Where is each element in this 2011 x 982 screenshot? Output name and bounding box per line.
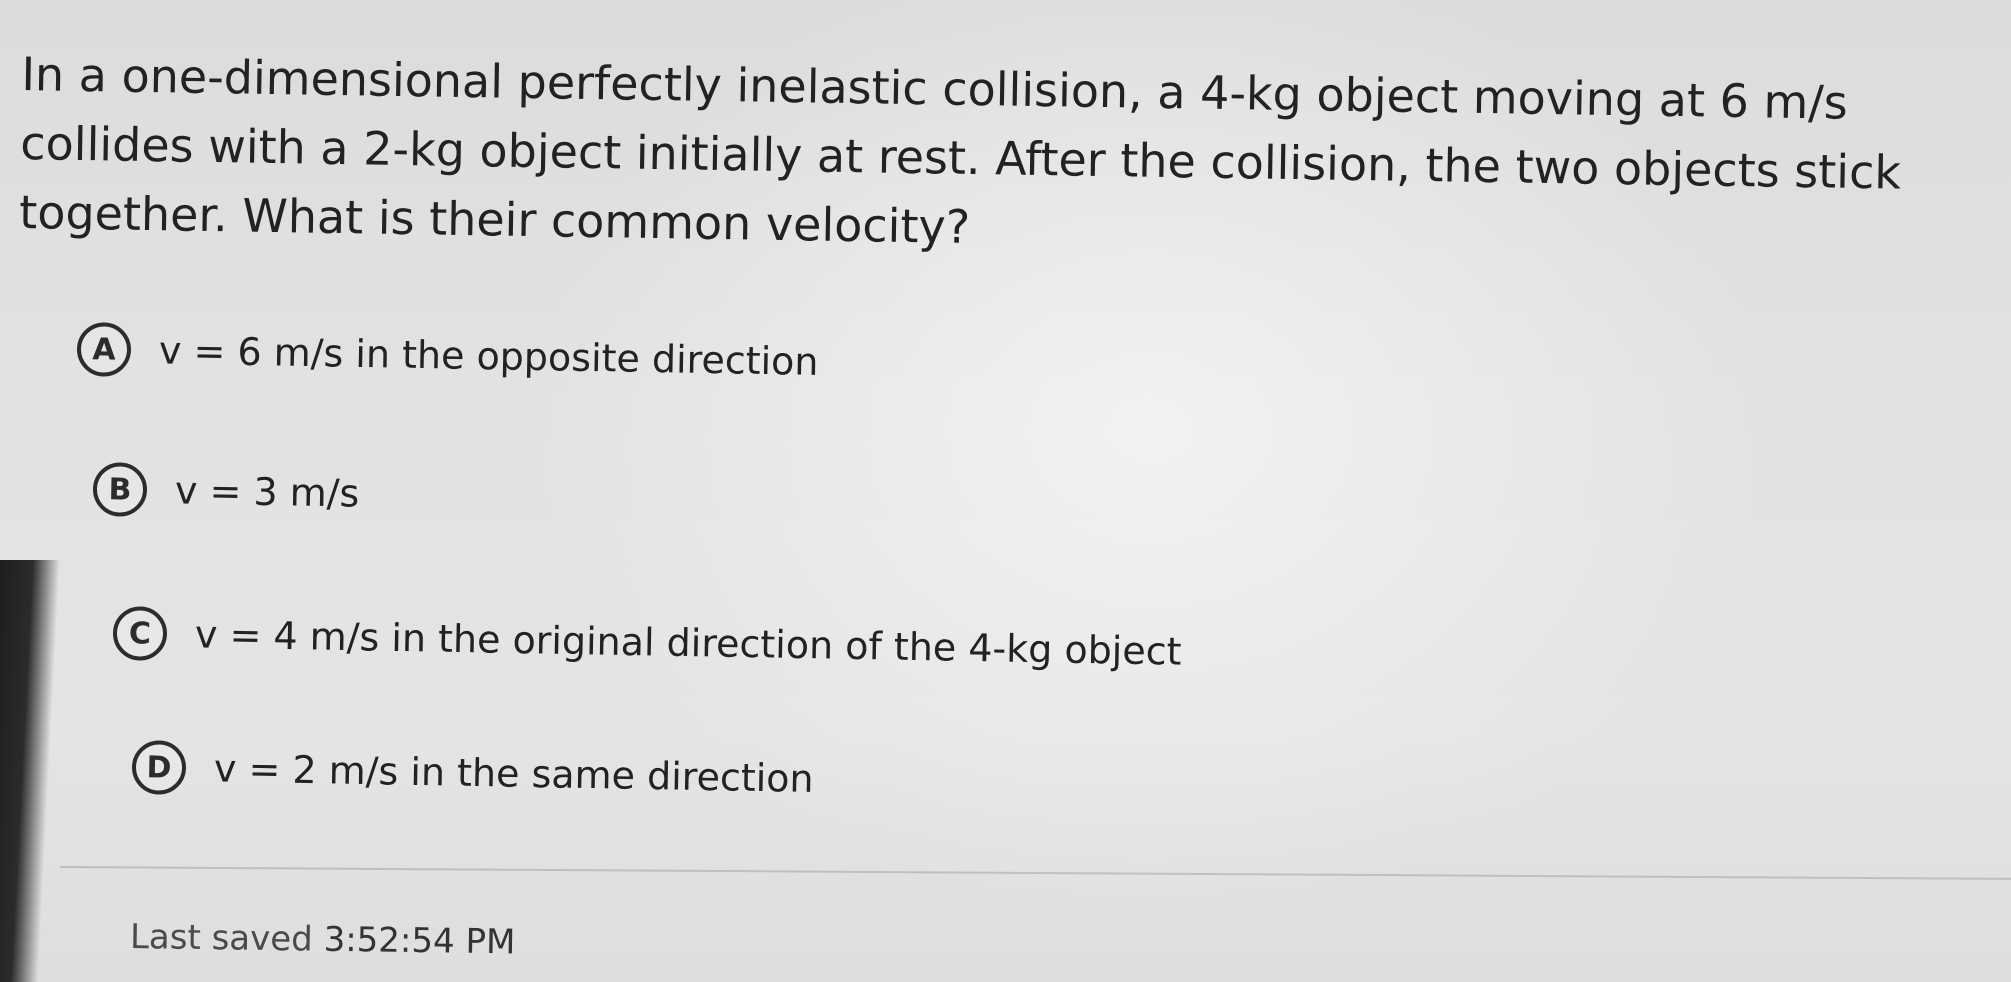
option-c-text: v = 4 m/s in the original direction of t… xyxy=(194,612,1182,674)
save-status-label: Last saved xyxy=(129,917,314,960)
answer-option-c[interactable]: C v = 4 m/s in the original direction of… xyxy=(112,606,1182,679)
option-c-letter-badge: C xyxy=(112,606,168,661)
answer-option-b[interactable]: B v = 3 m/s xyxy=(92,462,360,521)
option-a-letter-badge: A xyxy=(76,322,132,377)
option-b-text: v = 3 m/s xyxy=(174,468,360,516)
save-status: Last saved 3:52:54 PM xyxy=(130,917,516,962)
option-a-text: v = 6 m/s in the opposite direction xyxy=(158,328,819,384)
option-d-letter-badge: D xyxy=(131,740,187,795)
answer-option-a[interactable]: A v = 6 m/s in the opposite direction xyxy=(76,322,819,389)
answer-options: A v = 6 m/s in the opposite direction B … xyxy=(0,0,2011,982)
option-d-text: v = 2 m/s in the same direction xyxy=(213,746,814,801)
save-status-time: 3:52:54 PM xyxy=(323,919,516,963)
option-b-letter-badge: B xyxy=(92,462,148,517)
answer-option-d[interactable]: D v = 2 m/s in the same direction xyxy=(131,740,815,806)
quiz-screen: In a one-dimensional perfectly inelastic… xyxy=(0,0,2011,982)
